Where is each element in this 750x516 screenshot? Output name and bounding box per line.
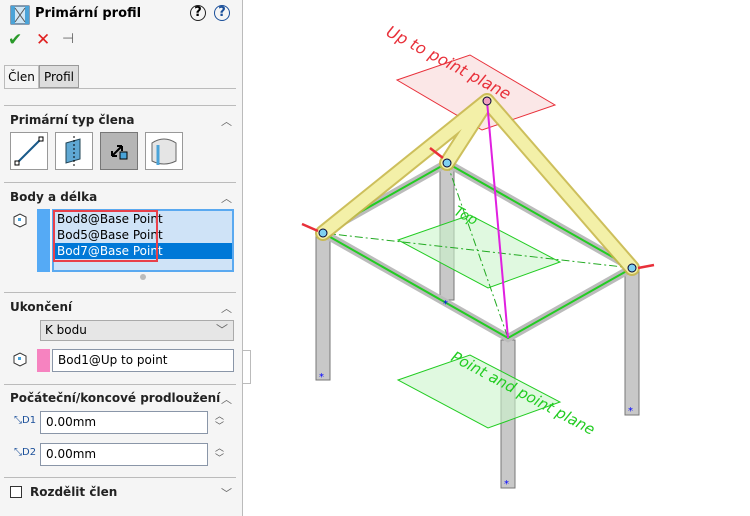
selection-color-swatch: [37, 209, 50, 272]
point-length-member-button[interactable]: [100, 132, 138, 170]
point-icon: [13, 213, 27, 228]
top-plane: [396, 214, 562, 289]
help-icon[interactable]: ?: [214, 5, 230, 21]
section-title-end: Ukončení: [10, 300, 73, 314]
cylinder-member-button[interactable]: [145, 132, 183, 170]
point-icon: [13, 352, 27, 367]
tab-clen[interactable]: Člen: [4, 65, 39, 88]
expand-icon[interactable]: ﹀: [221, 485, 232, 501]
section-title-points: Body a délka: [10, 190, 98, 204]
help-whats-new-icon[interactable]: ?: [190, 5, 206, 21]
d2-input[interactable]: 0.00mm: [40, 443, 208, 466]
collapse-icon[interactable]: ︿: [221, 300, 232, 316]
svg-text:*: *: [504, 479, 509, 490]
svg-text:*: *: [443, 299, 448, 310]
graphics-viewport[interactable]: **** Up to point plane Top Point and poi…: [252, 0, 750, 516]
d2-spinner[interactable]: ︿ ﹀: [215, 444, 224, 464]
end-point-field[interactable]: Bod1@Up to point: [52, 349, 234, 372]
d1-input[interactable]: 0.00mm: [40, 411, 208, 434]
end-condition-dropdown[interactable]: K bodu ﹀: [40, 320, 234, 341]
line-member-button[interactable]: [10, 132, 48, 170]
ok-icon[interactable]: ✔: [8, 30, 22, 50]
leg-left: [315, 234, 331, 381]
section-title-extension: Počáteční/koncové prodloužení: [10, 391, 221, 405]
leg-right: [624, 269, 640, 416]
collapse-icon[interactable]: ︿: [221, 113, 232, 129]
dropdown-value: K bodu: [45, 323, 87, 337]
frame-icon: [10, 5, 30, 25]
section-title-member-type: Primární typ člena: [10, 113, 135, 127]
pin-icon[interactable]: ⊣: [62, 31, 74, 47]
split-label: Rozdělit člen: [30, 485, 118, 499]
resize-handle[interactable]: [140, 274, 146, 280]
chevron-down-icon: ﹀: [215, 323, 228, 337]
length-line: [486, 100, 509, 339]
tab-profil[interactable]: Profil: [39, 65, 79, 88]
svg-text:*: *: [319, 372, 324, 383]
selection-color-swatch: [37, 349, 50, 372]
cancel-icon[interactable]: ✕: [36, 30, 50, 50]
split-checkbox[interactable]: [10, 486, 22, 498]
d1-icon: ⤡D1: [14, 415, 37, 426]
d2-icon: ⤡D2: [14, 447, 37, 458]
plane-member-button[interactable]: [55, 132, 93, 170]
collapse-icon[interactable]: ︿: [221, 190, 232, 206]
collapse-icon[interactable]: ︿: [221, 391, 232, 407]
panel-title: Primární profil: [35, 6, 142, 21]
highlight-box: [53, 210, 158, 262]
property-manager: Primární profil ? ? ✔ ✕ ⊣ Člen Profil Pr…: [0, 0, 243, 516]
panel-flyout-handle[interactable]: [243, 350, 251, 384]
d1-spinner[interactable]: ︿ ﹀: [215, 412, 224, 432]
svg-text:*: *: [628, 406, 633, 417]
